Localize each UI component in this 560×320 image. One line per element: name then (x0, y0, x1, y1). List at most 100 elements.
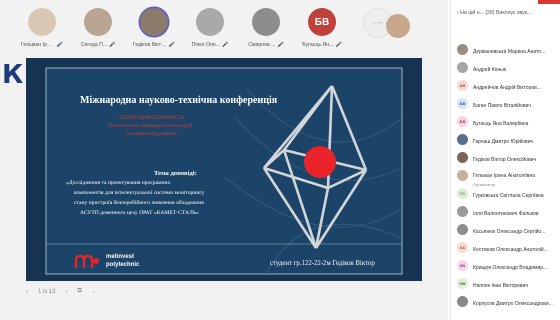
topic-line-4: АСУТП доменного цеху ПРАТ «КАМЕТ-СТАЛЬ» (80, 210, 199, 216)
recording-indicator (538, 0, 560, 4)
mic-off-icon: 🎤 (56, 42, 64, 48)
more-options-icon[interactable]: ··· (92, 289, 98, 295)
person-name: Андрейчов Андрій Вікторов... (473, 85, 541, 91)
slide-page-indicator: 1 із 13 (38, 288, 56, 295)
next-slide-button[interactable]: › (65, 289, 67, 295)
participant-name-line: Бугаєць Ян... 🎤 (298, 42, 346, 48)
people-list-item[interactable]: БВ Бугаєць Яна Валеріївна (457, 112, 560, 130)
mic-off-icon: 🎤 (335, 42, 342, 48)
participant-name: Смирнов ... (248, 42, 276, 48)
participant-avatar (84, 8, 112, 36)
mic-off-icon: 🎤 (109, 42, 116, 48)
person-avatar (457, 151, 468, 163)
person-avatar: КА (457, 241, 468, 253)
metinvest-logo-icon (74, 254, 99, 268)
person-name: Костюков Олександр Анатолій... (473, 247, 548, 253)
people-list-item[interactable]: КА Костюков Олександр Анатолій... (457, 238, 560, 256)
logo-text-polytechnic: polytechnic (106, 262, 140, 268)
people-list-item[interactable]: Гельман Ірина Анатоліївна Організатор (457, 166, 560, 187)
octahedron-graphic (262, 85, 368, 249)
person-name: Гельман Ірина Анатоліївна (473, 172, 536, 179)
person-name: Гурковська Світлана Сергіївна (473, 193, 544, 199)
person-name: Гедіков Віктор Олексійович (473, 157, 537, 163)
participant-name: Сегеда П... (80, 42, 108, 48)
person-avatar: БВ (457, 115, 468, 127)
participant-tile[interactable]: БВ Бугаєць Ян... 🎤 (298, 8, 346, 54)
people-list: Держаневська Марина Анато... Андрей Конык… (457, 40, 560, 310)
person-name: Бугаєць Яна Валеріївна (473, 121, 529, 127)
person-name: Андрей Конык (473, 67, 506, 73)
slide-navigation: ‹ 1 із 13 › ⧉ ··· (26, 288, 98, 295)
person-name: Іоля Валентинович Фальков (473, 211, 539, 217)
person-name: Баган Павло Віталійович (473, 103, 531, 109)
people-list-item[interactable]: Іоля Валентинович Фальков (457, 202, 560, 220)
people-list-item[interactable]: БВ Баган Павло Віталійович (457, 94, 560, 112)
person-name: Держаневська Марина Анато... (473, 49, 546, 55)
people-panel: ‹ На цій н... (28) Виконує звук... Держа… (450, 0, 560, 320)
participant-name: Гедіков Віктор ... (132, 42, 167, 48)
self-video-avatar[interactable] (386, 14, 410, 38)
person-avatar (457, 205, 468, 217)
participant-name-line: Гельман Ірина ...🎤 (18, 42, 66, 48)
person-avatar (457, 133, 468, 145)
person-avatar: БВ (457, 97, 468, 109)
people-list-item[interactable]: КВ Крищов Олександр Владимир... (457, 256, 560, 274)
topic-line-3: стану пристроїв безперебійного живлення … (74, 200, 204, 206)
person-avatar (457, 43, 468, 55)
person-avatar: ГС (457, 187, 468, 199)
people-list-item[interactable]: Гарчаш Дмитро Юрійович (457, 130, 560, 148)
person-avatar (457, 295, 468, 307)
person-avatar: НВ (457, 277, 468, 289)
red-sphere (304, 146, 336, 178)
participant-name-line: Піпко Оле... 🎤 (186, 42, 234, 48)
participant-name-line: Гедіков Віктор ...🎤 (130, 42, 178, 48)
shared-slide: Міжнародна науково-технічна конференція … (26, 58, 422, 281)
person-name: Корпусов Дмитро Олександрови... (473, 301, 553, 307)
people-list-item[interactable]: Корпусов Дмитро Олександрови... (457, 292, 560, 310)
slide-title: Міжнародна науково-технічна конференція (80, 95, 278, 106)
participant-avatar (28, 8, 56, 36)
mic-off-icon: 🎤 (168, 42, 176, 48)
participant-tile[interactable]: Гельман Ірина ...🎤 (18, 8, 66, 54)
slide-red-line-2: Технологічні інновації в металургії (108, 123, 193, 129)
participant-name: Піпко Оле... (191, 42, 221, 48)
person-name: Касьянюк Олександр Сергійо... (473, 229, 546, 235)
side-letter: К (2, 60, 24, 90)
prev-slide-button[interactable]: ‹ (26, 289, 28, 295)
person-name: Напоян Іван Вікторович (473, 283, 528, 289)
participant-avatar (140, 8, 168, 36)
person-avatar (457, 169, 468, 181)
topic-line-2: компонентів для інтелектуальної системи … (74, 190, 205, 196)
participant-strip: Гельман Ірина ...🎤Сегеда П...🎤Гедіков Ві… (18, 8, 438, 54)
panel-header[interactable]: ‹ На цій н... (28) Виконує звук... (457, 10, 531, 16)
people-list-item[interactable]: Держаневська Марина Анато... (457, 40, 560, 58)
participant-tile[interactable]: Гедіков Віктор ...🎤 (130, 8, 178, 54)
people-list-item[interactable]: НВ Напоян Іван Вікторович (457, 274, 560, 292)
participant-name: Бугаєць Ян... (302, 42, 334, 48)
people-list-item[interactable]: АВ Андрейчов Андрій Вікторов... (457, 76, 560, 94)
logo-text-metinvest: metinvest (106, 254, 135, 260)
slide-red-line-1: «ЕНЕРГОЕФЕКТИВНІСТЬ (118, 115, 185, 121)
person-avatar: АВ (457, 79, 468, 91)
student-caption: студент гр.122-22-2м Гедіков Віктор (270, 260, 375, 267)
copy-icon[interactable]: ⧉ (77, 288, 81, 295)
topic-label: Тема доповіді: (154, 170, 197, 177)
people-list-item[interactable]: Андрей Конык (457, 58, 560, 76)
people-list-item[interactable]: Касьянюк Олександр Сергійо... (457, 220, 560, 238)
participant-name: Гельман Ірина ... (20, 42, 55, 48)
main-stage: К Гельман Ірина ...🎤Сегеда П...🎤Гедіков … (0, 0, 448, 320)
participant-tile[interactable]: Піпко Оле... 🎤 (186, 8, 234, 54)
participant-name-line: Сегеда П... 🎤 (74, 42, 122, 48)
person-avatar (457, 61, 468, 73)
mic-off-icon: 🎤 (222, 42, 229, 48)
participant-avatar (196, 8, 224, 36)
people-list-item[interactable]: ГС Гурковська Світлана Сергіївна (457, 184, 560, 202)
participant-tile[interactable]: Сегеда П... 🎤 (74, 8, 122, 54)
participant-tile[interactable]: Смирнов ... 🎤 (242, 8, 290, 54)
participant-avatar (252, 8, 280, 36)
participant-name-line: Смирнов ... 🎤 (242, 42, 290, 48)
person-name: Крищов Олександр Владимир... (473, 265, 548, 271)
person-avatar: КВ (457, 259, 468, 271)
person-name: Гарчаш Дмитро Юрійович (473, 139, 534, 145)
participant-avatar: БВ (308, 8, 336, 36)
